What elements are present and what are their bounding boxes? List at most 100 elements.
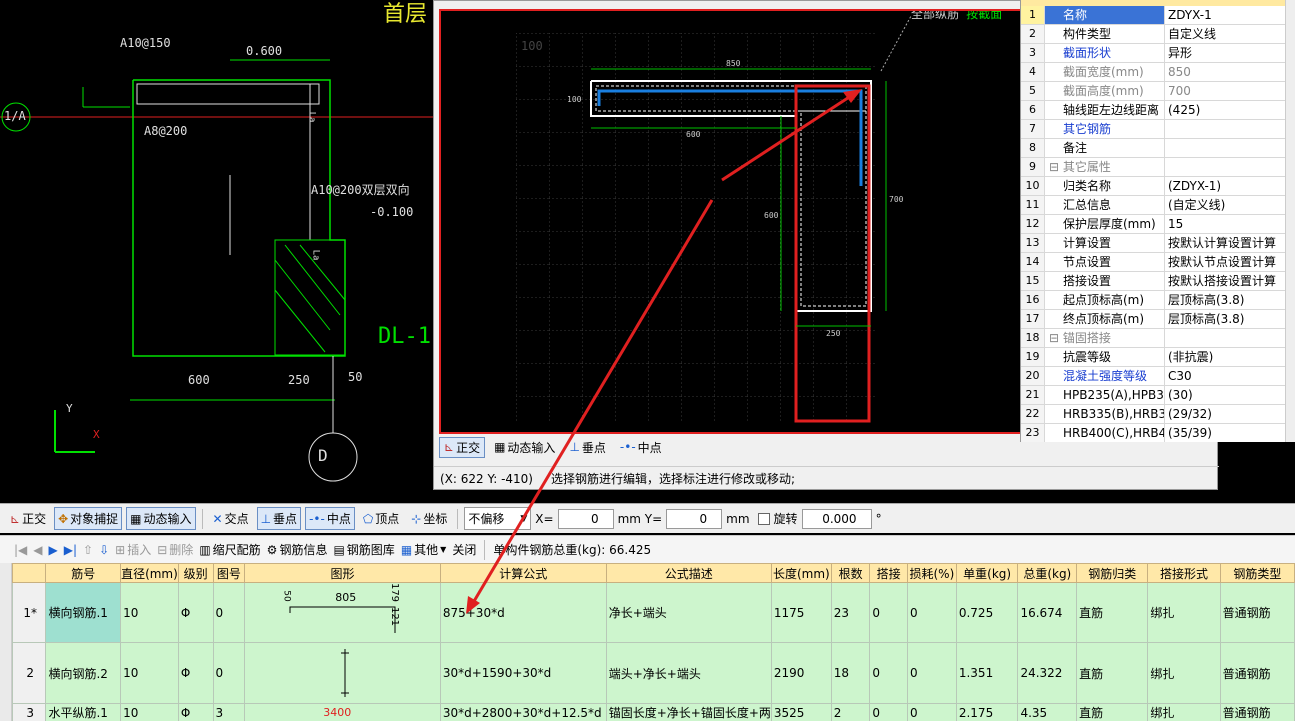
table-row[interactable]: 3 水平纵筋.1 10 Φ 3 3400 30*d+2800+30*d+12.5*d 锚固长度… (12, 703, 1295, 721)
property-value[interactable]: C30 (1165, 367, 1295, 385)
property-value[interactable]: 按默认计算设置计算 (1165, 234, 1295, 252)
unit-w-cell[interactable]: 0.725 (955, 582, 1019, 643)
vertex-toggle[interactable]: ⬠ 顶点 (359, 507, 403, 530)
type-cell[interactable]: 普通钢筋 (1219, 703, 1295, 721)
property-row[interactable]: 3 截面形状 异形 (1021, 44, 1295, 63)
property-scrollbar[interactable] (1285, 0, 1295, 442)
property-row[interactable]: 21 HPB235(A),HPB3 (30) (1021, 386, 1295, 405)
rotate-input[interactable]: 0.000 (801, 508, 872, 529)
property-value[interactable]: 异形 (1165, 44, 1295, 62)
property-value[interactable]: 按默认搭接设置计算 (1165, 272, 1295, 290)
next-record-icon[interactable]: ▶ (49, 543, 58, 557)
rebar-info-button[interactable]: ⚙ 钢筋信息 (267, 541, 328, 558)
offset-mode-select[interactable]: 不偏移 ▼ (464, 507, 532, 530)
rebar-library-button[interactable]: ▤ 钢筋图库 (333, 541, 394, 558)
lap-type-cell[interactable]: 绑扎 (1147, 582, 1221, 643)
column-header[interactable]: 钢筋归类 (1076, 563, 1149, 583)
property-value[interactable]: (非抗震) (1165, 348, 1295, 366)
loss-cell[interactable]: 0 (906, 703, 957, 721)
column-header[interactable]: 直径(mm) (120, 563, 179, 583)
table-row[interactable]: 1* 横向钢筋.1 10 Φ 0 805 121 179 50 875+30*d 净长+端头 1175… (12, 582, 1295, 643)
formula-cell[interactable]: 30*d+1590+30*d (439, 642, 607, 704)
fig-cell[interactable]: 3 (212, 703, 246, 721)
row-index[interactable]: 3 (12, 703, 47, 721)
rebar-name-cell[interactable]: 横向钢筋.2 (45, 642, 122, 704)
column-header[interactable]: 计算公式 (439, 563, 607, 583)
close-button[interactable]: 关闭 (452, 541, 476, 558)
first-record-icon[interactable]: |◀ (14, 543, 27, 557)
last-record-icon[interactable]: ▶| (64, 543, 77, 557)
row-index[interactable]: 2 (12, 642, 47, 704)
dialog-midpoint-toggle[interactable]: -•- 中点 (615, 437, 667, 458)
fig-cell[interactable]: 0 (212, 642, 246, 704)
table-row[interactable]: 2 横向钢筋.2 10 Φ 0 30*d+1590+30*d 端头+净长+端头 2190 18 0… (12, 642, 1295, 704)
dynamic-input-toggle[interactable]: ▦ 动态输入 (126, 507, 196, 530)
object-snap-toggle[interactable]: ✥ 对象捕捉 (54, 507, 123, 530)
len-cell[interactable]: 3525 (770, 703, 832, 721)
len-cell[interactable]: 1175 (770, 582, 832, 643)
rebar-name-cell[interactable]: 横向钢筋.1 (45, 582, 122, 643)
desc-cell[interactable]: 锚固长度+净长+锚固长度+两 (605, 703, 772, 721)
property-value[interactable]: (30) (1165, 386, 1295, 404)
property-value[interactable]: 层顶标高(3.8) (1165, 291, 1295, 309)
desc-cell[interactable]: 端头+净长+端头 (605, 642, 772, 704)
dia-cell[interactable]: 10 (120, 582, 179, 643)
property-value[interactable] (1165, 139, 1295, 157)
property-value[interactable]: (425) (1165, 101, 1295, 119)
column-header[interactable]: 图形 (244, 563, 441, 583)
property-value[interactable]: (ZDYX-1) (1165, 177, 1295, 195)
column-header[interactable]: 损耗(%) (906, 563, 957, 583)
cat-cell[interactable]: 直筋 (1076, 642, 1149, 704)
formula-cell[interactable]: 30*d+2800+30*d+12.5*d (439, 703, 607, 721)
property-row[interactable]: 8 备注 (1021, 139, 1295, 158)
column-header[interactable]: 搭接 (869, 563, 908, 583)
column-header[interactable] (12, 563, 47, 583)
property-row[interactable]: 9 ⊟ 其它属性 (1021, 158, 1295, 177)
ortho-toggle[interactable]: ⊾ 正交 (6, 507, 50, 530)
property-row[interactable]: 22 HRB335(B),HRB3 (29/32) (1021, 405, 1295, 424)
grade-cell[interactable]: Φ (177, 642, 214, 704)
count-cell[interactable]: 2 (830, 703, 871, 721)
property-row[interactable]: 13 计算设置 按默认计算设置计算 (1021, 234, 1295, 253)
formula-cell[interactable]: 875+30*d (439, 582, 607, 643)
rebar-table[interactable]: 筋号 直径(mm) 级别 图号 图形 计算公式 公式描述 长度(mm) 根数 搭接 损耗(%) 单重(… (12, 563, 1295, 721)
property-row[interactable]: 18 ⊟ 锚固搭接 (1021, 329, 1295, 348)
type-cell[interactable]: 普通钢筋 (1219, 642, 1295, 704)
property-row[interactable]: 5 截面高度(mm) 700 (1021, 82, 1295, 101)
property-value[interactable] (1165, 329, 1295, 347)
property-value[interactable]: ZDYX-1 (1165, 6, 1295, 24)
property-row[interactable]: 15 搭接设置 按默认搭接设置计算 (1021, 272, 1295, 291)
grade-cell[interactable]: Φ (177, 582, 214, 643)
property-value[interactable] (1165, 158, 1295, 176)
property-value[interactable]: 15 (1165, 215, 1295, 233)
property-row[interactable]: 16 起点顶标高(m) 层顶标高(3.8) (1021, 291, 1295, 310)
total-w-cell[interactable]: 16.674 (1017, 582, 1078, 643)
rotate-checkbox[interactable] (757, 512, 770, 525)
type-cell[interactable]: 普通钢筋 (1219, 582, 1295, 643)
fig-cell[interactable]: 0 (212, 582, 246, 643)
cat-cell[interactable]: 直筋 (1076, 582, 1149, 643)
lap-cell[interactable]: 0 (869, 703, 908, 721)
property-value[interactable]: (自定义线) (1165, 196, 1295, 214)
lap-type-cell[interactable]: 绑扎 (1147, 642, 1221, 704)
property-row[interactable]: 14 节点设置 按默认节点设置计算 (1021, 253, 1295, 272)
shape-cell[interactable] (244, 642, 441, 704)
column-header[interactable]: 筋号 (45, 563, 122, 583)
property-value[interactable]: 自定义线 (1165, 25, 1295, 43)
property-row[interactable]: 6 轴线距左边线距离 (425) (1021, 101, 1295, 120)
property-grid[interactable]: 1 名称 ZDYX-1 2 构件类型 自定义线 3 截面形状 异形 4 截面宽度(mm) 850 5 截面… (1020, 0, 1295, 442)
insert-button[interactable]: ⊞ 插入 (115, 541, 151, 558)
cat-cell[interactable]: 直筋 (1076, 703, 1149, 721)
move-up-icon[interactable]: ⇧ (83, 543, 93, 557)
property-row[interactable]: 11 汇总信息 (自定义线) (1021, 196, 1295, 215)
loss-cell[interactable]: 0 (906, 582, 957, 643)
column-header[interactable]: 根数 (830, 563, 871, 583)
loss-cell[interactable]: 0 (906, 642, 957, 704)
delete-button[interactable]: ⊟ 删除 (157, 541, 193, 558)
property-row[interactable]: 19 抗震等级 (非抗震) (1021, 348, 1295, 367)
y-input[interactable]: 0 (666, 508, 723, 529)
count-cell[interactable]: 23 (830, 582, 871, 643)
property-value[interactable]: (35/39) (1165, 424, 1295, 442)
perpendicular-toggle[interactable]: ⊥ 垂点 (256, 507, 302, 530)
lap-type-cell[interactable]: 绑扎 (1147, 703, 1221, 721)
